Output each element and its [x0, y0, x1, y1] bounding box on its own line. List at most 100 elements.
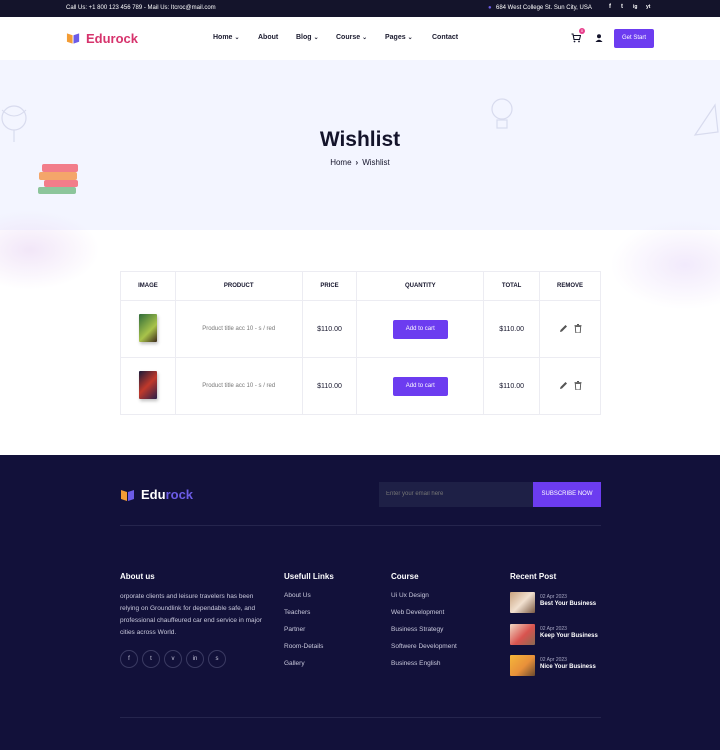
nav-pages[interactable]: Pages ⌄: [385, 34, 413, 41]
course-link-business-english[interactable]: Business English: [391, 660, 441, 667]
post-thumbnail[interactable]: [510, 624, 535, 645]
footer-logo[interactable]: Edu rock: [120, 487, 193, 502]
nav-blog-label: Blog: [296, 34, 312, 41]
course-link-business-strategy[interactable]: Business Strategy: [391, 626, 443, 633]
twitter-icon[interactable]: t: [142, 650, 160, 668]
product-image-cell: [120, 300, 176, 358]
edit-pencil-icon[interactable]: [559, 324, 568, 333]
post-date: 02 Apr 2023: [540, 594, 567, 600]
page-banner: Wishlist Home › Wishlist: [0, 60, 720, 230]
breadcrumb-home[interactable]: Home: [330, 158, 351, 167]
footer-link-gallery[interactable]: Gallery: [284, 660, 305, 667]
course-link-ui-ux[interactable]: Ui Ux Design: [391, 592, 429, 599]
nav-about[interactable]: About: [258, 34, 278, 41]
quantity-cell: Add to cart: [356, 300, 485, 358]
get-start-button[interactable]: Get Start: [614, 29, 654, 48]
subscribe-button[interactable]: SUBSCRIBE NOW: [533, 482, 601, 507]
site-footer: Edurock SUBSCRIBE NOW About us orporate …: [0, 455, 720, 750]
table-row: Product title acc 10 - s / red $110.00 A…: [120, 357, 601, 415]
col-total: TOTAL: [483, 271, 541, 301]
product-price: $110.00: [301, 300, 358, 358]
linkedin-icon[interactable]: in: [186, 650, 204, 668]
product-price: $110.00: [301, 357, 358, 415]
post-thumbnail[interactable]: [510, 592, 535, 613]
col-price: PRICE: [301, 271, 358, 301]
footer-logo-text-a: Edu: [141, 487, 166, 502]
facebook-icon[interactable]: f: [120, 650, 138, 668]
course-heading: Course: [391, 572, 419, 581]
facebook-icon[interactable]: f: [609, 4, 611, 10]
add-to-cart-button[interactable]: Add to cart: [392, 376, 448, 396]
instagram-icon[interactable]: ig: [633, 4, 637, 10]
product-name[interactable]: Product title acc 10 - s / red: [174, 300, 303, 358]
footer-link-teachers[interactable]: Teachers: [284, 609, 310, 616]
post-date: 02 Apr 2023: [540, 626, 567, 632]
book-logo-icon: [66, 33, 80, 44]
chevron-down-icon: ⌄: [234, 35, 240, 41]
skype-icon[interactable]: s: [208, 650, 226, 668]
edit-pencil-icon[interactable]: [559, 381, 568, 390]
nav-pages-label: Pages: [385, 34, 406, 41]
books-stack-icon: [38, 164, 78, 194]
remove-cell: [539, 300, 601, 358]
footer-bottom-divider: [120, 717, 601, 718]
footer-logo-text-b: rock: [165, 487, 194, 502]
page-title: Wishlist: [319, 128, 401, 151]
top-bar: Call Us: +1 800 123 456 789 - Mail Us: I…: [0, 0, 720, 17]
about-heading: About us: [120, 572, 155, 581]
address-text: 684 West College St. Sun City, USA: [496, 5, 592, 11]
nav-contact[interactable]: Contact: [432, 34, 458, 41]
course-link-web-dev[interactable]: Web Development: [391, 609, 444, 616]
product-name[interactable]: Product title acc 10 - s / red: [174, 357, 303, 415]
post-date: 02 Apr 2023: [540, 657, 567, 663]
footer-link-partner[interactable]: Partner: [284, 626, 305, 633]
wishlist-table: IMAGE PRODUCT PRICE QUANTITY TOTAL REMOV…: [120, 271, 601, 415]
user-icon[interactable]: [595, 34, 603, 42]
nav-home[interactable]: Home ⌄: [213, 34, 239, 41]
about-text: orporate clients and leisure travelers h…: [120, 593, 262, 636]
col-quantity: QUANTITY: [356, 271, 485, 301]
footer-divider: [120, 525, 601, 526]
course-link-software-dev[interactable]: Softwere Development: [391, 643, 457, 650]
add-to-cart-button[interactable]: Add to cart: [392, 319, 448, 339]
trash-icon[interactable]: [574, 380, 582, 390]
chevron-down-icon: ⌄: [407, 35, 413, 41]
chevron-down-icon: ⌄: [362, 35, 368, 41]
col-image: IMAGE: [120, 271, 176, 301]
cart-icon[interactable]: [571, 33, 581, 43]
table-header-row: IMAGE PRODUCT PRICE QUANTITY TOTAL REMOV…: [120, 271, 601, 301]
post-title[interactable]: Nice Your Business: [540, 664, 596, 670]
product-total: $110.00: [483, 300, 541, 358]
post-thumbnail[interactable]: [510, 655, 535, 676]
post-title[interactable]: Best Your Business: [540, 601, 596, 607]
product-thumbnail[interactable]: [138, 314, 157, 342]
chevron-down-icon: ⌄: [313, 35, 319, 41]
footer-link-room-details[interactable]: Room-Details: [284, 643, 323, 650]
site-logo[interactable]: Edurock: [66, 30, 138, 46]
book-logo-icon: [121, 489, 134, 501]
product-total: $110.00: [483, 357, 541, 415]
trash-icon[interactable]: [574, 323, 582, 333]
cart-count-badge: 0: [579, 28, 585, 34]
newsletter-email-input[interactable]: [379, 482, 533, 507]
logo-text: Edurock: [86, 30, 139, 46]
nav-home-label: Home: [213, 34, 233, 41]
vimeo-icon[interactable]: v: [164, 650, 182, 668]
location-pin-icon: ●: [488, 5, 492, 11]
product-image-cell: [120, 357, 176, 415]
table-row: Product title acc 10 - s / red $110.00 A…: [120, 300, 601, 358]
nav-course-label: Course: [336, 34, 361, 41]
nav-course[interactable]: Course ⌄: [336, 34, 367, 41]
footer-link-about-us[interactable]: About Us: [284, 592, 311, 599]
col-remove: REMOVE: [539, 271, 601, 301]
remove-cell: [539, 357, 601, 415]
nav-blog[interactable]: Blog ⌄: [296, 34, 319, 41]
youtube-icon[interactable]: yt: [646, 4, 650, 10]
links-heading: Usefull Links: [284, 572, 334, 581]
breadcrumb: Home › Wishlist: [0, 158, 720, 167]
post-title[interactable]: Keep Your Business: [540, 633, 598, 639]
quantity-cell: Add to cart: [356, 357, 485, 415]
main-header: Edurock Home ⌄ About Blog ⌄ Course ⌄ Pages ⌄…: [0, 17, 720, 60]
product-thumbnail[interactable]: [138, 371, 157, 399]
twitter-icon[interactable]: t: [621, 4, 623, 10]
